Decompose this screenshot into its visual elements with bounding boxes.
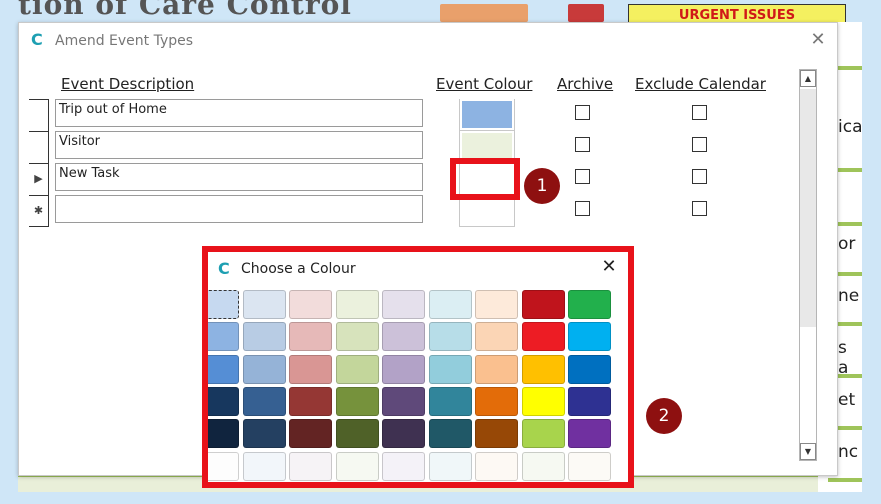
event-description-input[interactable]: New Task <box>55 163 423 191</box>
background-text: ica <box>838 117 863 137</box>
event-description-input[interactable]: Trip out of Home <box>55 99 423 127</box>
close-icon[interactable]: ✕ <box>807 29 829 51</box>
header-exclude-calendar: Exclude Calendar <box>635 75 766 93</box>
event-colour-swatch <box>462 197 512 224</box>
dialog-title: Amend Event Types <box>55 33 194 49</box>
scroll-down-button[interactable]: ▼ <box>800 443 816 460</box>
archive-checkbox[interactable] <box>575 201 590 216</box>
background-text: nc <box>838 442 859 462</box>
scroll-up-button[interactable]: ▲ <box>800 70 816 87</box>
event-colour-cell[interactable] <box>459 99 515 131</box>
event-colour-swatch <box>462 101 512 128</box>
background-text: ne <box>838 286 860 306</box>
urgent-issues-button[interactable]: URGENT ISSUES <box>628 4 846 22</box>
record-selector[interactable] <box>29 99 49 131</box>
divider <box>828 478 862 482</box>
record-selector[interactable] <box>29 131 49 163</box>
background-button-red[interactable] <box>568 4 604 22</box>
archive-checkbox[interactable] <box>575 169 590 184</box>
event-colour-swatch <box>462 133 512 160</box>
app-logo-icon: C <box>31 30 43 49</box>
background-app-header: tion of Care Control URGENT ISSUES <box>0 0 881 22</box>
background-text: s a <box>838 338 849 378</box>
exclude-calendar-checkbox[interactable] <box>692 137 707 152</box>
record-selector-current[interactable]: ▶ <box>29 163 49 195</box>
archive-checkbox[interactable] <box>575 137 590 152</box>
header-event-colour: Event Colour <box>436 75 533 93</box>
background-button-orange[interactable] <box>440 4 528 22</box>
background-text: et <box>838 390 856 410</box>
header-event-description: Event Description <box>61 75 195 93</box>
background-title: tion of Care Control <box>18 0 352 21</box>
dialog-titlebar: C Amend Event Types ✕ <box>19 23 837 59</box>
header-archive: Archive <box>557 75 614 93</box>
vertical-scrollbar[interactable]: ▲ ▼ <box>799 69 817 461</box>
highlight-box-2 <box>202 246 634 488</box>
background-text: or <box>838 234 856 254</box>
scroll-thumb[interactable] <box>800 89 816 327</box>
archive-checkbox[interactable] <box>575 105 590 120</box>
record-selector-new[interactable]: ✱ <box>29 195 49 227</box>
event-description-input[interactable] <box>55 195 423 223</box>
highlight-box-1 <box>450 158 520 200</box>
exclude-calendar-checkbox[interactable] <box>692 201 707 216</box>
event-description-input[interactable]: Visitor <box>55 131 423 159</box>
step-badge-2: 2 <box>646 398 682 434</box>
step-badge-1: 1 <box>524 168 560 204</box>
exclude-calendar-checkbox[interactable] <box>692 105 707 120</box>
exclude-calendar-checkbox[interactable] <box>692 169 707 184</box>
